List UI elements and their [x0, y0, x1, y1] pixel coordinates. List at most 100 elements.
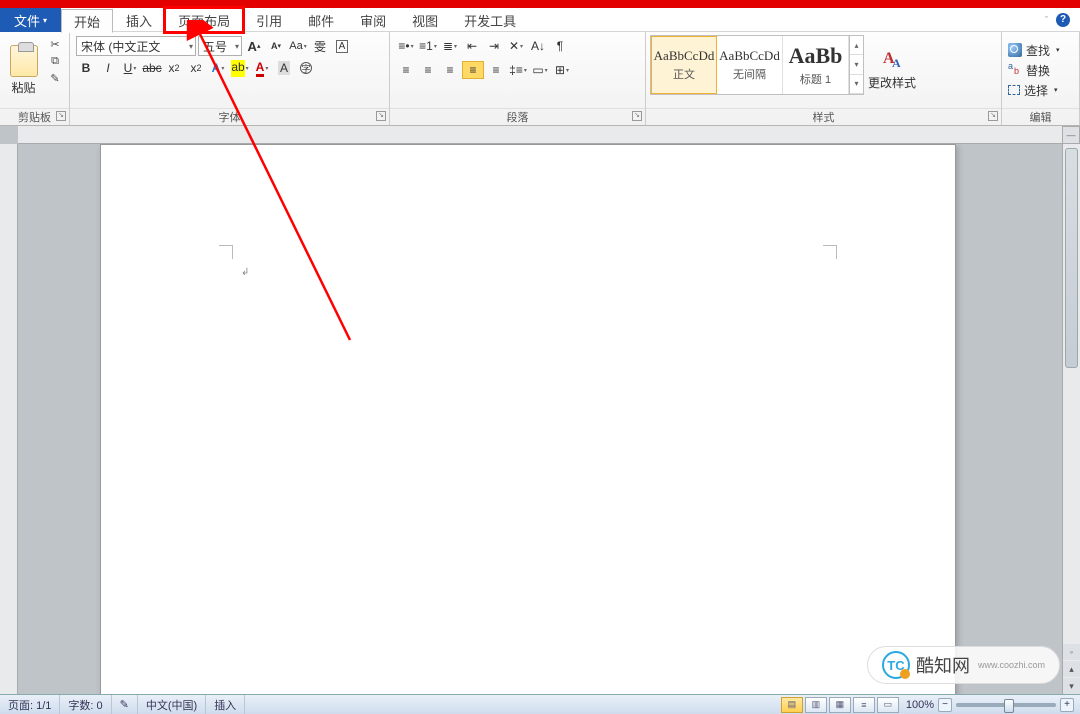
- style-gallery-more[interactable]: ▴▾▾: [849, 36, 863, 94]
- decrease-indent-button[interactable]: ⇤: [462, 36, 482, 56]
- strikethrough-button[interactable]: abc: [142, 58, 162, 78]
- highlight-color-button[interactable]: ab: [230, 58, 250, 78]
- style-name: 标题 1: [800, 71, 831, 87]
- style-preview: AaBbCcDd: [719, 48, 780, 64]
- ribbon-tabs: 文件 开始 插入 页面布局 引用 邮件 审阅 视图 开发工具 ˇ ?: [0, 8, 1080, 32]
- tab-review[interactable]: 审阅: [347, 8, 399, 32]
- tab-page-layout[interactable]: 页面布局: [165, 8, 243, 32]
- align-justify-button[interactable]: ≡: [462, 61, 484, 79]
- replace-button[interactable]: 替换: [1008, 61, 1073, 79]
- status-language[interactable]: 中文(中国): [138, 695, 206, 714]
- font-size-combo[interactable]: 五号: [198, 36, 242, 56]
- font-dialog-icon[interactable]: ↘: [376, 111, 386, 121]
- change-case-button[interactable]: Aa: [288, 36, 308, 56]
- document-workspace: — ↲ ◦ ▴ ▾: [0, 126, 1080, 694]
- style-item-normal[interactable]: AaBbCcDd 正文: [651, 36, 717, 94]
- style-item-nospacing[interactable]: AaBbCcDd 无间隔: [717, 36, 783, 94]
- tab-home[interactable]: 开始: [61, 9, 113, 33]
- shading-button[interactable]: ▭: [530, 60, 550, 80]
- margin-marker-tl: [219, 245, 233, 259]
- ruler-horizontal[interactable]: [18, 126, 1062, 144]
- minimize-ribbon-icon[interactable]: ˇ: [1045, 15, 1048, 25]
- tab-file[interactable]: 文件: [0, 8, 61, 32]
- next-page-button[interactable]: ▾: [1063, 678, 1080, 694]
- tab-view[interactable]: 视图: [399, 8, 451, 32]
- distribute-button[interactable]: ≡: [486, 60, 506, 80]
- style-gallery: AaBbCcDd 正文 AaBbCcDd 无间隔 AaBb 标题 1 ▴▾▾: [650, 35, 864, 95]
- find-icon: [1008, 43, 1022, 57]
- zoom-level[interactable]: 100%: [906, 699, 934, 711]
- format-painter-button[interactable]: ✎: [45, 70, 65, 86]
- zoom-slider[interactable]: [956, 703, 1056, 707]
- group-label-font: 字体↘: [70, 108, 389, 125]
- bold-button[interactable]: B: [76, 58, 96, 78]
- align-left-button[interactable]: ≡: [396, 60, 416, 80]
- view-outline-button[interactable]: ≡: [853, 697, 875, 713]
- char-border-button[interactable]: A: [332, 36, 352, 56]
- status-insert-mode[interactable]: 插入: [206, 695, 245, 714]
- paragraph-dialog-icon[interactable]: ↘: [632, 111, 642, 121]
- clipboard-dialog-icon[interactable]: ↘: [56, 111, 66, 121]
- zoom-in-button[interactable]: +: [1060, 698, 1074, 712]
- font-color-button[interactable]: A: [252, 58, 272, 78]
- enclose-char-button[interactable]: 字: [296, 58, 316, 78]
- shrink-font-button[interactable]: A▾: [266, 36, 286, 56]
- select-icon: [1008, 85, 1020, 95]
- split-handle[interactable]: —: [1062, 126, 1080, 144]
- status-proofing[interactable]: ✎: [112, 695, 138, 714]
- asian-layout-button[interactable]: ✕: [506, 36, 526, 56]
- multilevel-list-button[interactable]: ≣: [440, 36, 460, 56]
- view-web-button[interactable]: ▦: [829, 697, 851, 713]
- document-page[interactable]: ↲: [100, 144, 956, 694]
- phonetic-guide-button[interactable]: 雯: [310, 36, 330, 56]
- superscript-button[interactable]: x2: [186, 58, 206, 78]
- change-styles-label: 更改样式: [868, 74, 916, 91]
- borders-button[interactable]: ⊞: [552, 60, 572, 80]
- copy-button[interactable]: ⧉: [45, 53, 65, 69]
- zoom-out-button[interactable]: −: [938, 698, 952, 712]
- italic-button[interactable]: I: [98, 58, 118, 78]
- watermark-text: 酷知网: [916, 652, 970, 678]
- style-name: 正文: [673, 66, 695, 82]
- line-spacing-button[interactable]: ‡≡: [508, 60, 528, 80]
- browse-object-button[interactable]: ◦: [1063, 644, 1080, 660]
- font-name-combo[interactable]: 宋体 (中文正文: [76, 36, 196, 56]
- select-button[interactable]: 选择▾: [1008, 81, 1073, 99]
- scroll-thumb[interactable]: [1065, 148, 1078, 368]
- subscript-button[interactable]: x2: [164, 58, 184, 78]
- tab-references[interactable]: 引用: [243, 8, 295, 32]
- prev-page-button[interactable]: ▴: [1063, 661, 1080, 677]
- numbering-button[interactable]: ≡1: [418, 36, 438, 56]
- tab-insert[interactable]: 插入: [113, 8, 165, 32]
- increase-indent-button[interactable]: ⇥: [484, 36, 504, 56]
- page-area[interactable]: ↲: [18, 144, 1062, 694]
- grow-font-button[interactable]: A▴: [244, 36, 264, 56]
- view-draft-button[interactable]: ▭: [877, 697, 899, 713]
- ruler-vertical[interactable]: [0, 144, 18, 694]
- watermark: TC 酷知网 www.coozhi.com: [867, 646, 1060, 684]
- tab-mailings[interactable]: 邮件: [295, 8, 347, 32]
- scrollbar-vertical[interactable]: ◦ ▴ ▾: [1062, 144, 1080, 694]
- view-fullscreen-button[interactable]: ▥: [805, 697, 827, 713]
- style-item-heading1[interactable]: AaBb 标题 1: [783, 36, 849, 94]
- replace-icon: [1008, 63, 1022, 77]
- align-right-button[interactable]: ≡: [440, 60, 460, 80]
- change-styles-icon: [881, 50, 903, 72]
- align-center-button[interactable]: ≡: [418, 60, 438, 80]
- styles-dialog-icon[interactable]: ↘: [988, 111, 998, 121]
- char-shading-button[interactable]: A: [274, 58, 294, 78]
- tab-developer[interactable]: 开发工具: [451, 8, 529, 32]
- show-marks-button[interactable]: ¶: [550, 36, 570, 56]
- bullets-button[interactable]: ≡•: [396, 36, 416, 56]
- text-effects-button[interactable]: A: [208, 58, 228, 78]
- help-icon[interactable]: ?: [1056, 13, 1070, 27]
- cut-button[interactable]: ✂: [45, 36, 65, 52]
- status-words[interactable]: 字数: 0: [60, 695, 111, 714]
- change-styles-button[interactable]: 更改样式: [868, 35, 916, 105]
- status-page[interactable]: 页面: 1/1: [0, 695, 60, 714]
- view-print-layout-button[interactable]: ▤: [781, 697, 803, 713]
- underline-button[interactable]: U: [120, 58, 140, 78]
- sort-button[interactable]: A↓: [528, 36, 548, 56]
- find-button[interactable]: 查找▾: [1008, 41, 1073, 59]
- paste-button[interactable]: 粘贴: [4, 34, 43, 106]
